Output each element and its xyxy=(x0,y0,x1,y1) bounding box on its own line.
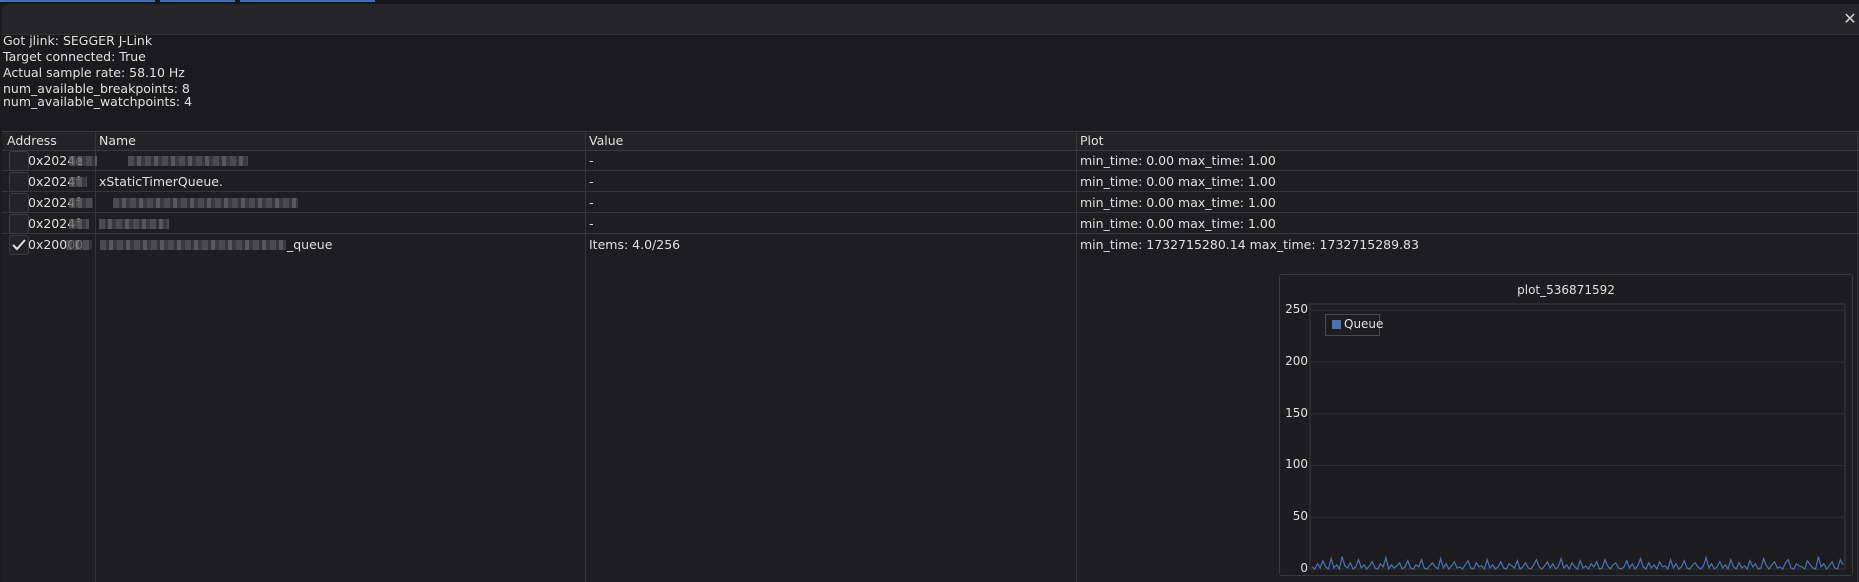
redacted-address xyxy=(69,198,93,208)
row-value: - xyxy=(589,174,594,189)
plot-frame xyxy=(1309,303,1846,570)
info-jlink: Got jlink: SEGGER J-Link xyxy=(3,33,153,48)
tab-indicator xyxy=(160,0,235,2)
column-divider xyxy=(95,132,96,582)
header-value[interactable]: Value xyxy=(589,133,623,148)
close-icon[interactable]: ✕ xyxy=(1841,10,1859,28)
column-divider xyxy=(1857,132,1858,582)
row-checkbox[interactable] xyxy=(9,151,29,171)
row-name: _queue xyxy=(287,237,333,252)
row-divider xyxy=(2,170,1859,171)
redacted-address xyxy=(69,219,89,229)
redacted-name xyxy=(100,240,286,250)
redacted-address xyxy=(66,240,92,250)
row-value: Items: 4.0/256 xyxy=(589,237,681,252)
row-checkbox[interactable] xyxy=(9,214,29,234)
row-plot-range: min_time: 1732715280.14 max_time: 173271… xyxy=(1080,237,1419,252)
tab-indicator xyxy=(240,0,375,2)
row-divider xyxy=(2,233,1859,234)
table-header: Address Name Value Plot xyxy=(2,132,1859,151)
row-divider xyxy=(2,191,1859,192)
redacted-name xyxy=(99,219,169,229)
window-titlebar: ✕ xyxy=(2,4,1859,35)
row-checkbox[interactable] xyxy=(9,193,29,213)
info-target: Target connected: True xyxy=(3,49,146,64)
row-value: - xyxy=(589,153,594,168)
column-divider xyxy=(585,132,586,582)
series-line-queue xyxy=(1311,555,1844,571)
legend-label: Queue xyxy=(1344,317,1384,331)
row-plot-range: min_time: 0.00 max_time: 1.00 xyxy=(1080,195,1276,210)
info-sample-rate: Actual sample rate: 58.10 Hz xyxy=(3,65,185,80)
row-checkbox[interactable] xyxy=(9,235,29,255)
row-checkbox[interactable] xyxy=(9,172,29,192)
redacted-address xyxy=(69,177,87,187)
column-divider xyxy=(1076,132,1077,582)
header-plot[interactable]: Plot xyxy=(1080,133,1104,148)
header-address[interactable]: Address xyxy=(7,133,57,148)
row-plot-range: min_time: 0.00 max_time: 1.00 xyxy=(1080,216,1276,231)
queue-plot[interactable]: plot_536871592 250 200 150 100 50 0 Queue xyxy=(1279,274,1853,576)
row-plot-range: min_time: 0.00 max_time: 1.00 xyxy=(1080,153,1276,168)
legend-swatch xyxy=(1332,320,1341,329)
row-value: - xyxy=(589,216,594,231)
checkmark-icon xyxy=(12,239,26,251)
plot-legend: Queue xyxy=(1325,314,1384,336)
header-name[interactable]: Name xyxy=(99,133,136,148)
row-name: xStaticTimerQueue. xyxy=(99,174,223,189)
row-divider xyxy=(2,212,1859,213)
redacted-name xyxy=(113,198,298,208)
row-plot-range: min_time: 0.00 max_time: 1.00 xyxy=(1080,174,1276,189)
info-watchpoints: num_available_watchpoints: 4 xyxy=(3,94,193,109)
redacted-name xyxy=(128,156,248,166)
tab-indicator xyxy=(0,0,155,2)
row-value: - xyxy=(589,195,594,210)
redacted-address xyxy=(69,156,97,166)
